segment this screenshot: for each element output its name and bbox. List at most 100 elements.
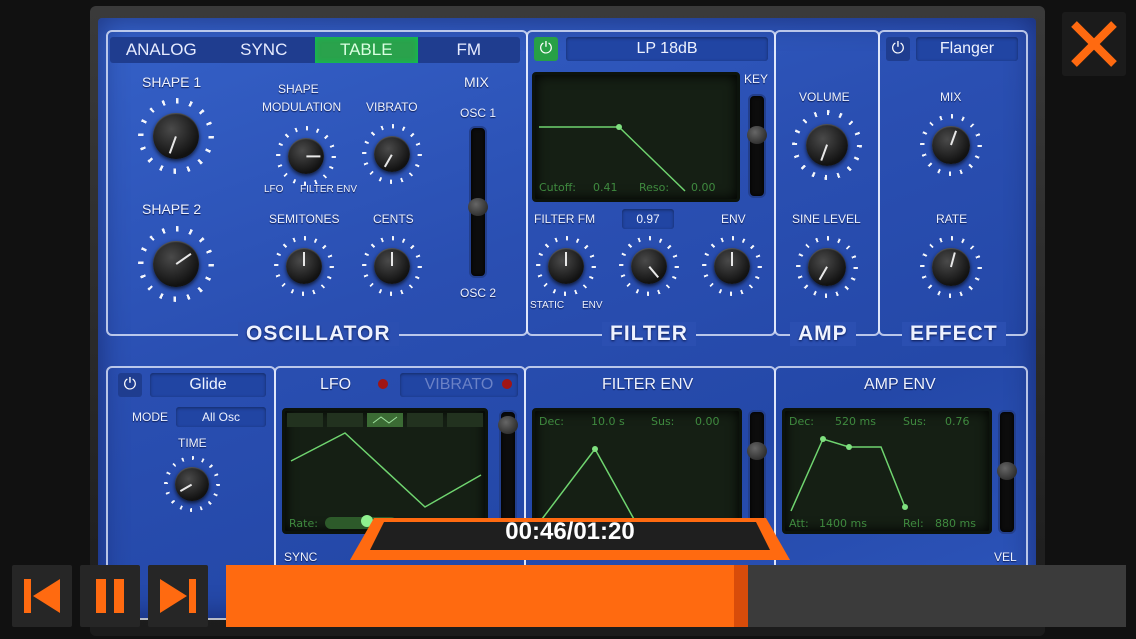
amp-title: AMP [790, 322, 856, 346]
tab-table[interactable]: TABLE [315, 37, 418, 63]
shape-modulation-knob[interactable] [276, 126, 336, 186]
vibrato-led [502, 379, 512, 389]
semitones-knob[interactable] [274, 236, 334, 296]
shape-mod-label: SHAPE [278, 82, 319, 96]
semitones-label: SEMITONES [269, 212, 340, 226]
progress-thumb[interactable] [734, 565, 748, 627]
lfo-mod-label: LFO [264, 184, 284, 195]
amp-env-title: AMP ENV [864, 376, 936, 393]
mode-label: MODE [132, 410, 168, 424]
shape1-label: SHAPE 1 [142, 74, 202, 90]
filter-power-button[interactable]: ⏻ [534, 37, 558, 61]
close-icon [1071, 21, 1117, 67]
glide-mode-selector[interactable]: All Osc [176, 407, 266, 427]
reso-value: 0.00 [691, 181, 716, 194]
filter-env-mod-label: FILTER ENV [300, 184, 358, 195]
filter-title: FILTER [602, 322, 696, 346]
shape1-knob[interactable] [138, 98, 214, 174]
effect-title: EFFECT [902, 322, 1006, 346]
lfo-rate-label: Rate: [289, 517, 318, 530]
lfo-tab[interactable]: LFO [320, 376, 351, 394]
effect-rate-knob[interactable] [920, 236, 982, 298]
amp-env-display[interactable]: Dec: 520 ms Sus: 0.76 Att: 1400 ms Rel: … [782, 408, 992, 534]
shape-mod-label-2: MODULATION [262, 100, 342, 114]
sine-level-knob[interactable] [796, 236, 858, 298]
effect-type-selector[interactable]: Flanger [916, 37, 1018, 61]
filter-display[interactable]: Cutoff: 0.41 Reso: 0.00 [532, 72, 740, 202]
fenv-dec-label: Dec: [539, 415, 564, 428]
filter-env-label: ENV [721, 212, 746, 226]
effect-mix-label: MIX [940, 90, 962, 104]
effect-mix-knob[interactable] [920, 114, 982, 176]
pause-icon [96, 579, 124, 613]
cutoff-label: Cutoff: [539, 181, 576, 194]
oscillator-title: OSCILLATOR [238, 322, 399, 346]
lfo-sync-label: SYNC [284, 550, 318, 564]
fenv-dec-value: 10.0 s [591, 415, 625, 428]
static-label: STATIC [530, 300, 565, 311]
tab-fm[interactable]: FM [418, 37, 521, 63]
fenv-sus-value: 0.00 [695, 415, 720, 428]
key-label: KEY [744, 72, 769, 86]
glide-time-label: TIME [178, 436, 207, 450]
aenv-rel-label: Rel: [903, 517, 924, 530]
lfo-slider-handle[interactable] [498, 416, 518, 434]
glide-power-button[interactable]: ⏻ [118, 373, 142, 397]
filter-mid-knob[interactable] [619, 236, 679, 296]
sine-level-label: SINE LEVEL [792, 212, 861, 226]
aenv-sus-label: Sus: [903, 415, 927, 428]
aenv-att-label: Att: [789, 517, 809, 530]
skip-forward-icon [160, 579, 196, 613]
tab-sync[interactable]: SYNC [213, 37, 316, 63]
amp-env-slider-handle[interactable] [997, 462, 1017, 480]
effect-rate-label: RATE [936, 212, 968, 226]
filter-env-slider-handle[interactable] [747, 442, 767, 460]
filter-fm-knob[interactable] [536, 236, 596, 296]
oscillator-mode-tabs: ANALOG SYNC TABLE FM [110, 37, 520, 63]
shape2-label: SHAPE 2 [142, 201, 202, 217]
aenv-att-value: 1400 ms [819, 517, 867, 530]
key-slider[interactable] [747, 94, 767, 198]
amp-env-curve [790, 436, 908, 512]
pause-button[interactable] [80, 565, 140, 627]
filter-env-curve [538, 446, 734, 524]
volume-knob[interactable] [792, 110, 862, 180]
filter-fm-value[interactable]: 0.97 [622, 209, 674, 229]
glide-time-knob[interactable] [164, 456, 220, 512]
effect-power-button[interactable]: ⏻ [886, 37, 910, 61]
vibrato-tab[interactable]: VIBRATO [400, 373, 518, 397]
key-slider-handle[interactable] [747, 126, 767, 144]
aenv-dec-label: Dec: [789, 415, 814, 428]
close-button[interactable] [1062, 12, 1126, 76]
playback-time: 00:46/01:20 [505, 518, 635, 545]
env-mod-label: ENV [582, 300, 603, 311]
aenv-rel-value: 880 ms [935, 517, 976, 530]
aenv-sus-value: 0.76 [945, 415, 970, 428]
osc1-label: OSC 1 [460, 106, 497, 120]
cents-knob[interactable] [362, 236, 422, 296]
fenv-sus-label: Sus: [651, 415, 675, 428]
filter-fm-label: FILTER FM [534, 212, 596, 226]
osc2-label: OSC 2 [460, 286, 497, 300]
lfo-wave [287, 413, 483, 508]
vel-label: VEL [994, 550, 1017, 564]
progress-bar[interactable] [226, 565, 1126, 627]
tab-analog[interactable]: ANALOG [110, 37, 213, 63]
previous-button[interactable] [12, 565, 72, 627]
filter-env-knob[interactable] [702, 236, 762, 296]
cents-label: CENTS [373, 212, 414, 226]
shape2-knob[interactable] [138, 226, 214, 302]
skip-back-icon [24, 579, 60, 613]
filter-env-title: FILTER ENV [602, 376, 694, 393]
mix-label: MIX [464, 74, 489, 90]
volume-label: VOLUME [799, 90, 850, 104]
progress-fill [226, 565, 748, 627]
amp-env-slider[interactable] [997, 410, 1017, 534]
osc-mix-slider[interactable] [468, 126, 488, 278]
glide-label: Glide [150, 373, 266, 397]
next-button[interactable] [148, 565, 208, 627]
time-display: 00:46/01:20 [350, 514, 790, 562]
vibrato-knob[interactable] [362, 124, 422, 184]
osc-mix-handle[interactable] [468, 198, 488, 216]
filter-type-selector[interactable]: LP 18dB [566, 37, 768, 61]
